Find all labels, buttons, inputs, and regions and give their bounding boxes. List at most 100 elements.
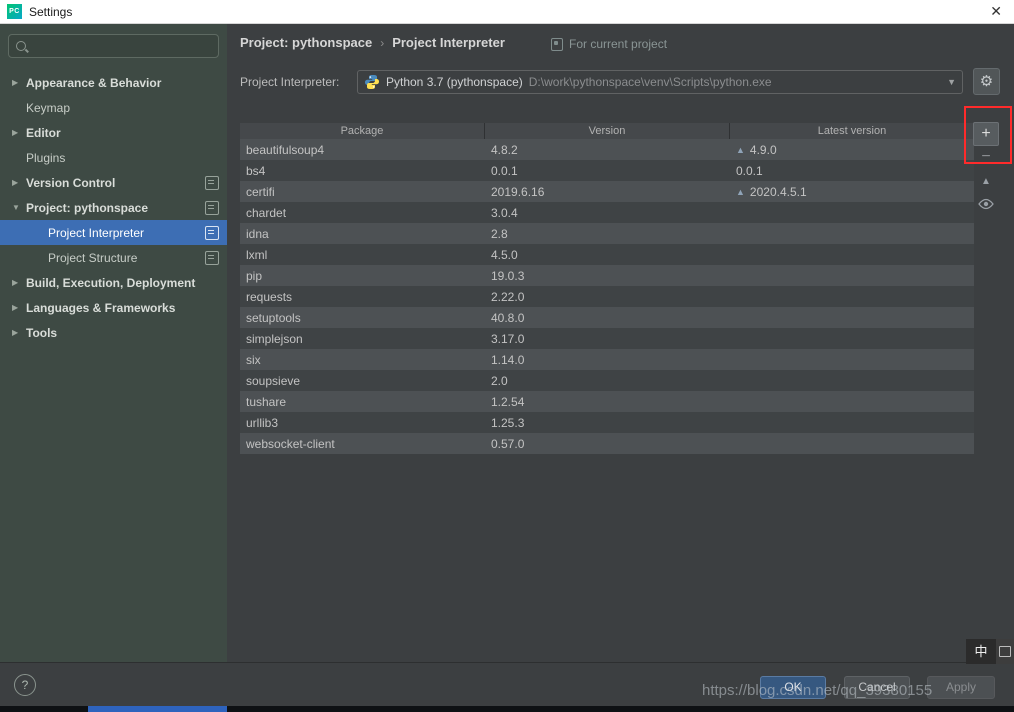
version-cell: 0.57.0	[491, 436, 525, 451]
sidebar-item[interactable]: ▶ Tools	[0, 320, 227, 345]
sidebar-item[interactable]: Plugins	[0, 145, 227, 170]
package-name-cell: soupsieve	[246, 373, 301, 388]
sidebar-item[interactable]: Keymap	[0, 95, 227, 120]
breadcrumb-project[interactable]: Project: pythonspace	[240, 35, 372, 50]
gear-icon[interactable]: ⚙	[973, 68, 1000, 95]
package-name-cell: tushare	[246, 394, 287, 409]
ok-button[interactable]: OK	[760, 676, 826, 699]
titlebar: PC Settings ✕	[0, 0, 1014, 24]
package-name-cell: lxml	[246, 247, 268, 262]
version-cell: 1.25.3	[491, 415, 525, 430]
project-scope-icon	[205, 250, 219, 265]
version-cell: 2.22.0	[491, 289, 525, 304]
show-early-releases-icon[interactable]	[978, 197, 994, 215]
latest-version-value: 0.0.1	[736, 163, 763, 178]
column-header-package[interactable]: Package	[240, 123, 485, 139]
chevron-right-icon[interactable]: ▶	[12, 178, 26, 187]
version-cell: 1.14.0	[491, 352, 525, 367]
table-row[interactable]: bs4 0.0.1 0.0.1	[240, 160, 974, 181]
table-row[interactable]: chardet 3.0.4	[240, 202, 974, 223]
upgrade-package-button[interactable]: ▲	[981, 176, 991, 187]
table-row[interactable]: simplejson 3.17.0	[240, 328, 974, 349]
sidebar-item-label: Version Control	[26, 175, 116, 190]
version-cell: 19.0.3	[491, 268, 525, 283]
table-row[interactable]: beautifulsoup4 4.8.2 ▲ 4.9.0	[240, 139, 974, 160]
ime-keyboard-icon[interactable]	[996, 639, 1014, 664]
sidebar-item[interactable]: Project Structure	[0, 245, 227, 270]
table-row[interactable]: soupsieve 2.0	[240, 370, 974, 391]
package-name-cell: websocket-client	[246, 436, 335, 451]
chevron-down-icon[interactable]: ▼	[947, 77, 956, 87]
column-header-version[interactable]: Version	[485, 123, 730, 139]
sidebar-item[interactable]: ▶ Version Control	[0, 170, 227, 195]
table-row[interactable]: requests 2.22.0	[240, 286, 974, 307]
package-name-cell: requests	[246, 289, 293, 304]
ime-indicator: 中	[966, 639, 1014, 664]
version-cell: 2.8	[491, 226, 508, 241]
package-name-cell: urllib3	[246, 415, 279, 430]
package-name-cell: pip	[246, 268, 263, 283]
cancel-button[interactable]: Cancel	[844, 676, 910, 699]
table-row[interactable]: pip 19.0.3	[240, 265, 974, 286]
package-name-cell: bs4	[246, 163, 266, 178]
chevron-right-icon[interactable]: ▶	[12, 128, 26, 137]
upgrade-arrow-icon: ▲	[736, 144, 745, 155]
table-row[interactable]: setuptools 40.8.0	[240, 307, 974, 328]
sidebar-item-label: Editor	[26, 125, 61, 140]
upgrade-arrow-icon: ▲	[736, 186, 745, 197]
settings-sidebar: ▶ Appearance & Behavior Keymap ▶ Editor Plugi…	[0, 24, 227, 662]
interpreter-label: Project Interpreter:	[240, 75, 340, 89]
ime-language-label[interactable]: 中	[966, 639, 996, 664]
interpreter-dropdown[interactable]: Python 3.7 (pythonspace) D:\work\pythons…	[357, 70, 963, 94]
interpreter-path: D:\work\pythonspace\venv\Scripts\python.…	[528, 75, 772, 89]
search-icon	[16, 41, 26, 51]
package-table-body: beautifulsoup4 4.8.2 ▲ 4.9.0 bs4 0.0.1 0.0.1 ce…	[240, 139, 974, 454]
version-cell: 1.2.54	[491, 394, 525, 409]
latest-version-value: 4.9.0	[749, 142, 777, 157]
help-button[interactable]: ?	[14, 674, 36, 696]
sidebar-item[interactable]: ▶ Build, Execution, Deployment	[0, 270, 227, 295]
install-package-button[interactable]: +	[973, 122, 999, 146]
table-row[interactable]: tushare 1.2.54	[240, 391, 974, 412]
table-row[interactable]: certifi 2019.6.16 ▲ 2020.4.5.1	[240, 181, 974, 202]
sidebar-item[interactable]: ▶ Appearance & Behavior	[0, 70, 227, 95]
table-row[interactable]: lxml 4.5.0	[240, 244, 974, 265]
version-cell: 4.5.0	[491, 247, 518, 262]
chevron-right-icon[interactable]: ▶	[12, 328, 26, 337]
table-row[interactable]: six 1.14.0	[240, 349, 974, 370]
project-scope-icon	[205, 225, 219, 240]
latest-version-cell: ▲ 2020.4.5.1	[730, 185, 974, 199]
apply-button[interactable]: Apply	[927, 676, 995, 699]
window-title: Settings	[29, 4, 73, 19]
table-row[interactable]: urllib3 1.25.3	[240, 412, 974, 433]
dialog-footer: ? OK Cancel Apply	[0, 662, 1014, 706]
column-header-latest[interactable]: Latest version	[730, 123, 974, 139]
sidebar-item[interactable]: ▼ Project: pythonspace	[0, 195, 227, 220]
sidebar-item[interactable]: ▶ Editor	[0, 120, 227, 145]
chevron-down-icon[interactable]: ▼	[12, 203, 26, 212]
sidebar-item-label: Plugins	[26, 150, 66, 165]
version-cell: 40.8.0	[491, 310, 525, 325]
sidebar-item-label: Project Structure	[48, 250, 138, 265]
chevron-right-icon[interactable]: ▶	[12, 278, 26, 287]
sidebar-item-label: Languages & Frameworks	[26, 300, 176, 315]
sidebar-item[interactable]: Project Interpreter	[0, 220, 227, 245]
chevron-right-icon[interactable]: ▶	[12, 78, 26, 87]
uninstall-package-button[interactable]: −	[973, 148, 999, 168]
close-icon[interactable]: ✕	[990, 3, 1002, 20]
settings-search-input[interactable]	[8, 34, 219, 58]
version-cell: 3.17.0	[491, 331, 525, 346]
sidebar-item-label: Keymap	[26, 100, 71, 115]
breadcrumb-page: Project Interpreter	[392, 35, 505, 50]
package-toolbar: + − ▲	[972, 122, 1000, 215]
package-name-cell: chardet	[246, 205, 287, 220]
chevron-right-icon[interactable]: ▶	[12, 303, 26, 312]
sidebar-item[interactable]: ▶ Languages & Frameworks	[0, 295, 227, 320]
sidebar-item-label: Project: pythonspace	[26, 200, 149, 215]
table-row[interactable]: websocket-client 0.57.0	[240, 433, 974, 454]
table-row[interactable]: idna 2.8	[240, 223, 974, 244]
sidebar-item-label: Tools	[26, 325, 58, 340]
package-table-header: Package Version Latest version	[240, 123, 974, 139]
current-project-scope-icon	[551, 37, 563, 51]
version-cell: 3.0.4	[491, 205, 518, 220]
